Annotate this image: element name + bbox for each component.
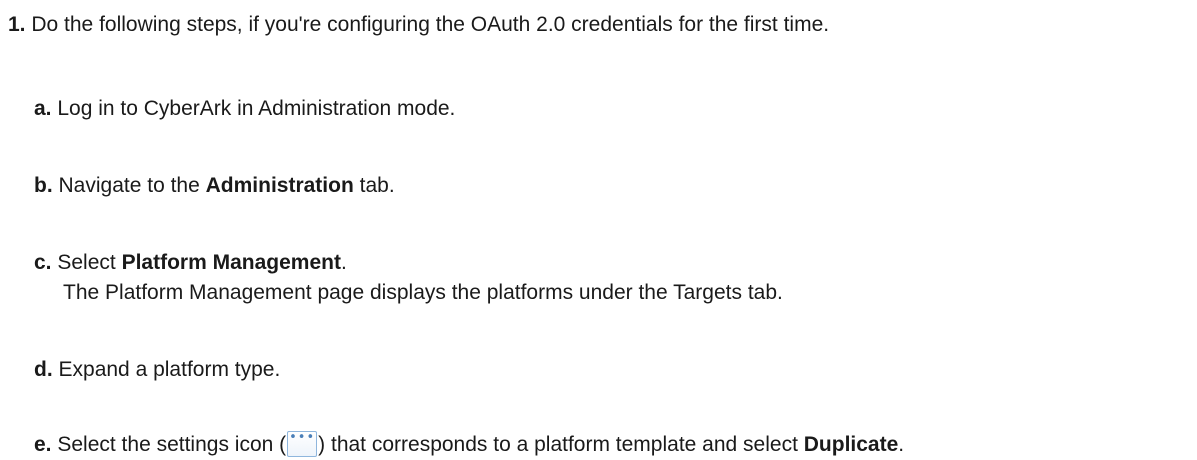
duplicate-label: Duplicate — [803, 433, 899, 456]
step-text: Do the following steps, if you're config… — [31, 13, 830, 36]
substep-letter: b. — [34, 174, 53, 197]
substep-letter: d. — [34, 358, 53, 381]
substep-text-end: . — [898, 433, 905, 456]
administration-tab-label: Administration — [205, 174, 354, 197]
document-body: 1. Do the following steps, if you're con… — [0, 0, 1197, 459]
substep-text-mid: ) that corresponds to a platform templat… — [318, 433, 798, 456]
substep-text: Select the settings icon ( — [57, 433, 287, 456]
substep-d: d. Expand a platform type. — [34, 355, 280, 385]
substep-a: a. Log in to CyberArk in Administration … — [34, 94, 455, 124]
substep-text: Expand a platform type. — [58, 358, 281, 381]
step-number: 1. — [8, 13, 26, 36]
platform-management-label: Platform Management — [121, 251, 341, 274]
ellipsis-settings-icon: ••• — [287, 431, 318, 457]
substep-e: e. Select the settings icon (•••) that c… — [34, 430, 904, 460]
substep-letter: e. — [34, 433, 52, 456]
substep-text: Select — [57, 251, 116, 274]
substep-text-end: . — [340, 251, 347, 274]
substep-b: b. Navigate to the Administration tab. — [34, 171, 395, 201]
substep-text: Log in to CyberArk in Administration mod… — [57, 97, 456, 120]
step-1: 1. Do the following steps, if you're con… — [8, 10, 829, 40]
substep-c: c. Select Platform Management. — [34, 248, 347, 278]
substep-c-note: The Platform Management page displays th… — [63, 281, 783, 304]
substep-text-end: tab. — [359, 174, 395, 197]
substep-text: Navigate to the — [58, 174, 200, 197]
substep-letter: c. — [34, 251, 52, 274]
substep-letter: a. — [34, 97, 52, 120]
